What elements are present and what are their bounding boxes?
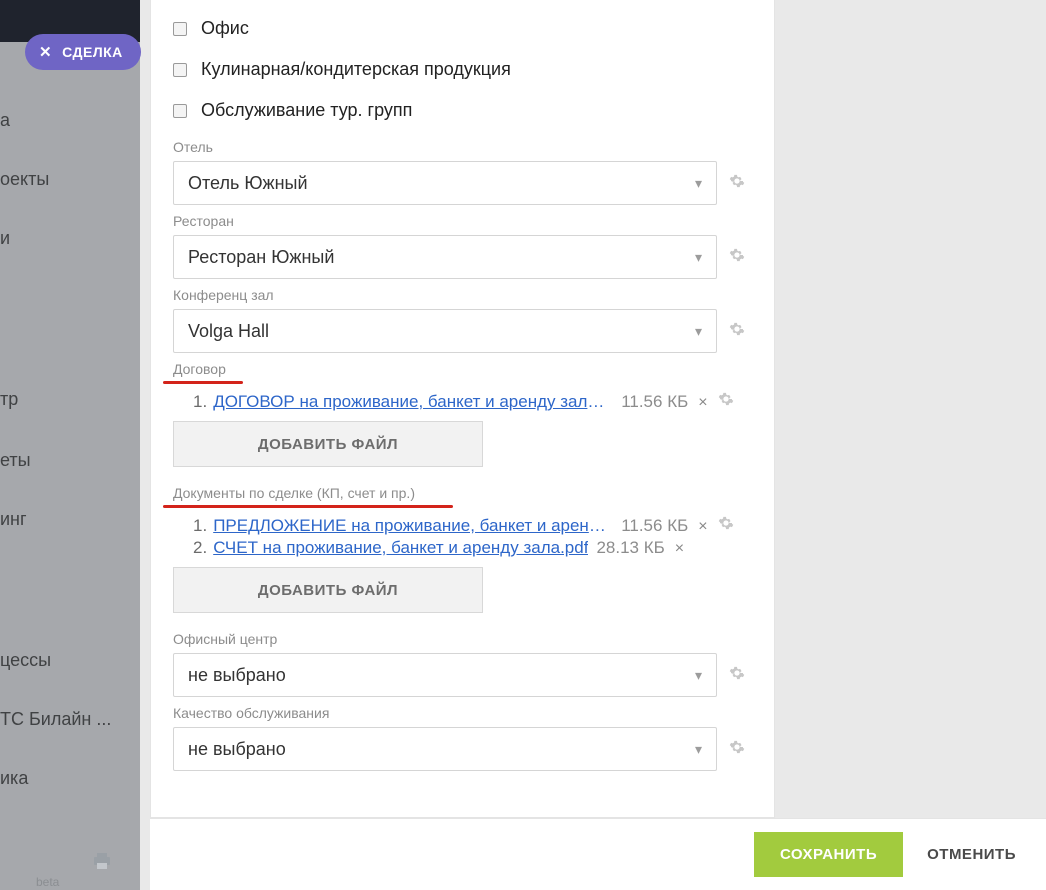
select-value: Ресторан Южный bbox=[188, 247, 334, 268]
restaurant-select[interactable]: Ресторан Южный ▾ bbox=[173, 235, 717, 279]
gear-icon[interactable] bbox=[729, 321, 745, 342]
nav-item[interactable]: тр bbox=[0, 379, 140, 420]
checkbox-label: Обслуживание тур. групп bbox=[201, 100, 412, 121]
chevron-down-icon: ▾ bbox=[695, 175, 702, 192]
deal-pill[interactable]: ✕ СДЕЛКА bbox=[25, 34, 141, 70]
nav-item[interactable]: ТС Билайн ... bbox=[0, 699, 140, 740]
add-file-button[interactable]: ДОБАВИТЬ ФАЙЛ bbox=[173, 567, 483, 613]
checkbox-icon[interactable] bbox=[173, 63, 187, 77]
chevron-down-icon: ▾ bbox=[695, 667, 702, 684]
gear-icon[interactable] bbox=[718, 391, 734, 412]
field-label: Отель bbox=[173, 139, 756, 155]
add-file-button[interactable]: ДОБАВИТЬ ФАЙЛ bbox=[173, 421, 483, 467]
gear-icon[interactable] bbox=[729, 665, 745, 686]
file-list: 1. ДОГОВОР на проживание, банкет и аренд… bbox=[193, 390, 756, 413]
gear-icon[interactable] bbox=[729, 173, 745, 194]
close-icon[interactable]: ✕ bbox=[39, 43, 52, 61]
field-restaurant: Ресторан Ресторан Южный ▾ bbox=[173, 213, 756, 279]
file-index: 1. bbox=[193, 392, 207, 412]
checkbox-label: Офис bbox=[201, 18, 249, 39]
field-contract: Договор 1. ДОГОВОР на проживание, банкет… bbox=[173, 361, 756, 467]
field-office-center: Офисный центр не выбрано ▾ bbox=[173, 631, 756, 697]
file-index: 1. bbox=[193, 516, 207, 536]
nav-item[interactable]: ика bbox=[0, 758, 140, 799]
chevron-down-icon: ▾ bbox=[695, 323, 702, 340]
quality-select[interactable]: не выбрано ▾ bbox=[173, 727, 717, 771]
deal-form-card: Офис Кулинарная/кондитерская продукция О… bbox=[150, 0, 775, 818]
file-link[interactable]: ДОГОВОР на проживание, банкет и аренду з… bbox=[213, 392, 613, 412]
nav-item[interactable]: цессы bbox=[0, 640, 140, 681]
field-label: Качество обслуживания bbox=[173, 705, 756, 721]
printer-icon[interactable] bbox=[92, 852, 112, 875]
field-quality: Качество обслуживания не выбрано ▾ bbox=[173, 705, 756, 771]
sidebar-nav: а оекты и тр еты инг цессы ТС Билайн ...… bbox=[0, 100, 140, 799]
file-row: 1. ДОГОВОР на проживание, банкет и аренд… bbox=[193, 390, 756, 413]
field-deal-docs: Документы по сделке (КП, счет и пр.) 1. … bbox=[173, 485, 756, 613]
nav-item[interactable]: еты bbox=[0, 440, 140, 481]
beta-badge: beta bbox=[36, 875, 59, 889]
file-size: 28.13 КБ bbox=[596, 538, 664, 558]
file-remove-icon[interactable]: × bbox=[698, 394, 707, 412]
file-link[interactable]: СЧЕТ на проживание, банкет и аренду зала… bbox=[213, 538, 588, 558]
confhall-select[interactable]: Volga Hall ▾ bbox=[173, 309, 717, 353]
cancel-button[interactable]: ОТМЕНИТЬ bbox=[927, 846, 1016, 863]
chevron-down-icon: ▾ bbox=[695, 249, 702, 266]
nav-item[interactable]: инг bbox=[0, 499, 140, 540]
field-label: Ресторан bbox=[173, 213, 756, 229]
office-center-select[interactable]: не выбрано ▾ bbox=[173, 653, 717, 697]
file-remove-icon[interactable]: × bbox=[675, 540, 684, 558]
nav-item[interactable]: а bbox=[0, 100, 140, 141]
checkbox-label: Кулинарная/кондитерская продукция bbox=[201, 59, 511, 80]
file-size: 11.56 КБ bbox=[621, 392, 688, 412]
field-confhall: Конференц зал Volga Hall ▾ bbox=[173, 287, 756, 353]
deal-pill-label: СДЕЛКА bbox=[62, 44, 123, 60]
field-label: Договор bbox=[173, 361, 226, 377]
select-value: Volga Hall bbox=[188, 321, 269, 342]
save-button[interactable]: СОХРАНИТЬ bbox=[754, 832, 903, 877]
field-label: Офисный центр bbox=[173, 631, 756, 647]
hotel-select[interactable]: Отель Южный ▾ bbox=[173, 161, 717, 205]
file-size: 11.56 КБ bbox=[621, 516, 688, 536]
checkbox-icon[interactable] bbox=[173, 22, 187, 36]
file-remove-icon[interactable]: × bbox=[698, 518, 707, 536]
gear-icon[interactable] bbox=[729, 247, 745, 268]
checkbox-culinary[interactable]: Кулинарная/кондитерская продукция bbox=[173, 49, 756, 90]
select-value: Отель Южный bbox=[188, 173, 308, 194]
checkbox-icon[interactable] bbox=[173, 104, 187, 118]
nav-item[interactable]: оекты bbox=[0, 159, 140, 200]
red-underline-annotation bbox=[163, 505, 453, 508]
field-label: Документы по сделке (КП, счет и пр.) bbox=[173, 485, 415, 501]
gear-icon[interactable] bbox=[729, 739, 745, 760]
file-row: 1. ПРЕДЛОЖЕНИЕ на проживание, банкет и а… bbox=[193, 514, 756, 537]
field-label: Конференц зал bbox=[173, 287, 756, 303]
file-index: 2. bbox=[193, 538, 207, 558]
checkbox-office[interactable]: Офис bbox=[173, 8, 756, 49]
select-value: не выбрано bbox=[188, 665, 286, 686]
file-row: 2. СЧЕТ на проживание, банкет и аренду з… bbox=[193, 537, 756, 559]
nav-item[interactable]: и bbox=[0, 218, 140, 259]
footer-bar: СОХРАНИТЬ ОТМЕНИТЬ bbox=[150, 818, 1046, 890]
checkbox-tourgroups[interactable]: Обслуживание тур. групп bbox=[173, 90, 756, 131]
select-value: не выбрано bbox=[188, 739, 286, 760]
file-list: 1. ПРЕДЛОЖЕНИЕ на проживание, банкет и а… bbox=[193, 514, 756, 559]
red-underline-annotation bbox=[163, 381, 243, 384]
gear-icon[interactable] bbox=[718, 515, 734, 536]
chevron-down-icon: ▾ bbox=[695, 741, 702, 758]
field-hotel: Отель Отель Южный ▾ bbox=[173, 139, 756, 205]
file-link[interactable]: ПРЕДЛОЖЕНИЕ на проживание, банкет и арен… bbox=[213, 516, 613, 536]
